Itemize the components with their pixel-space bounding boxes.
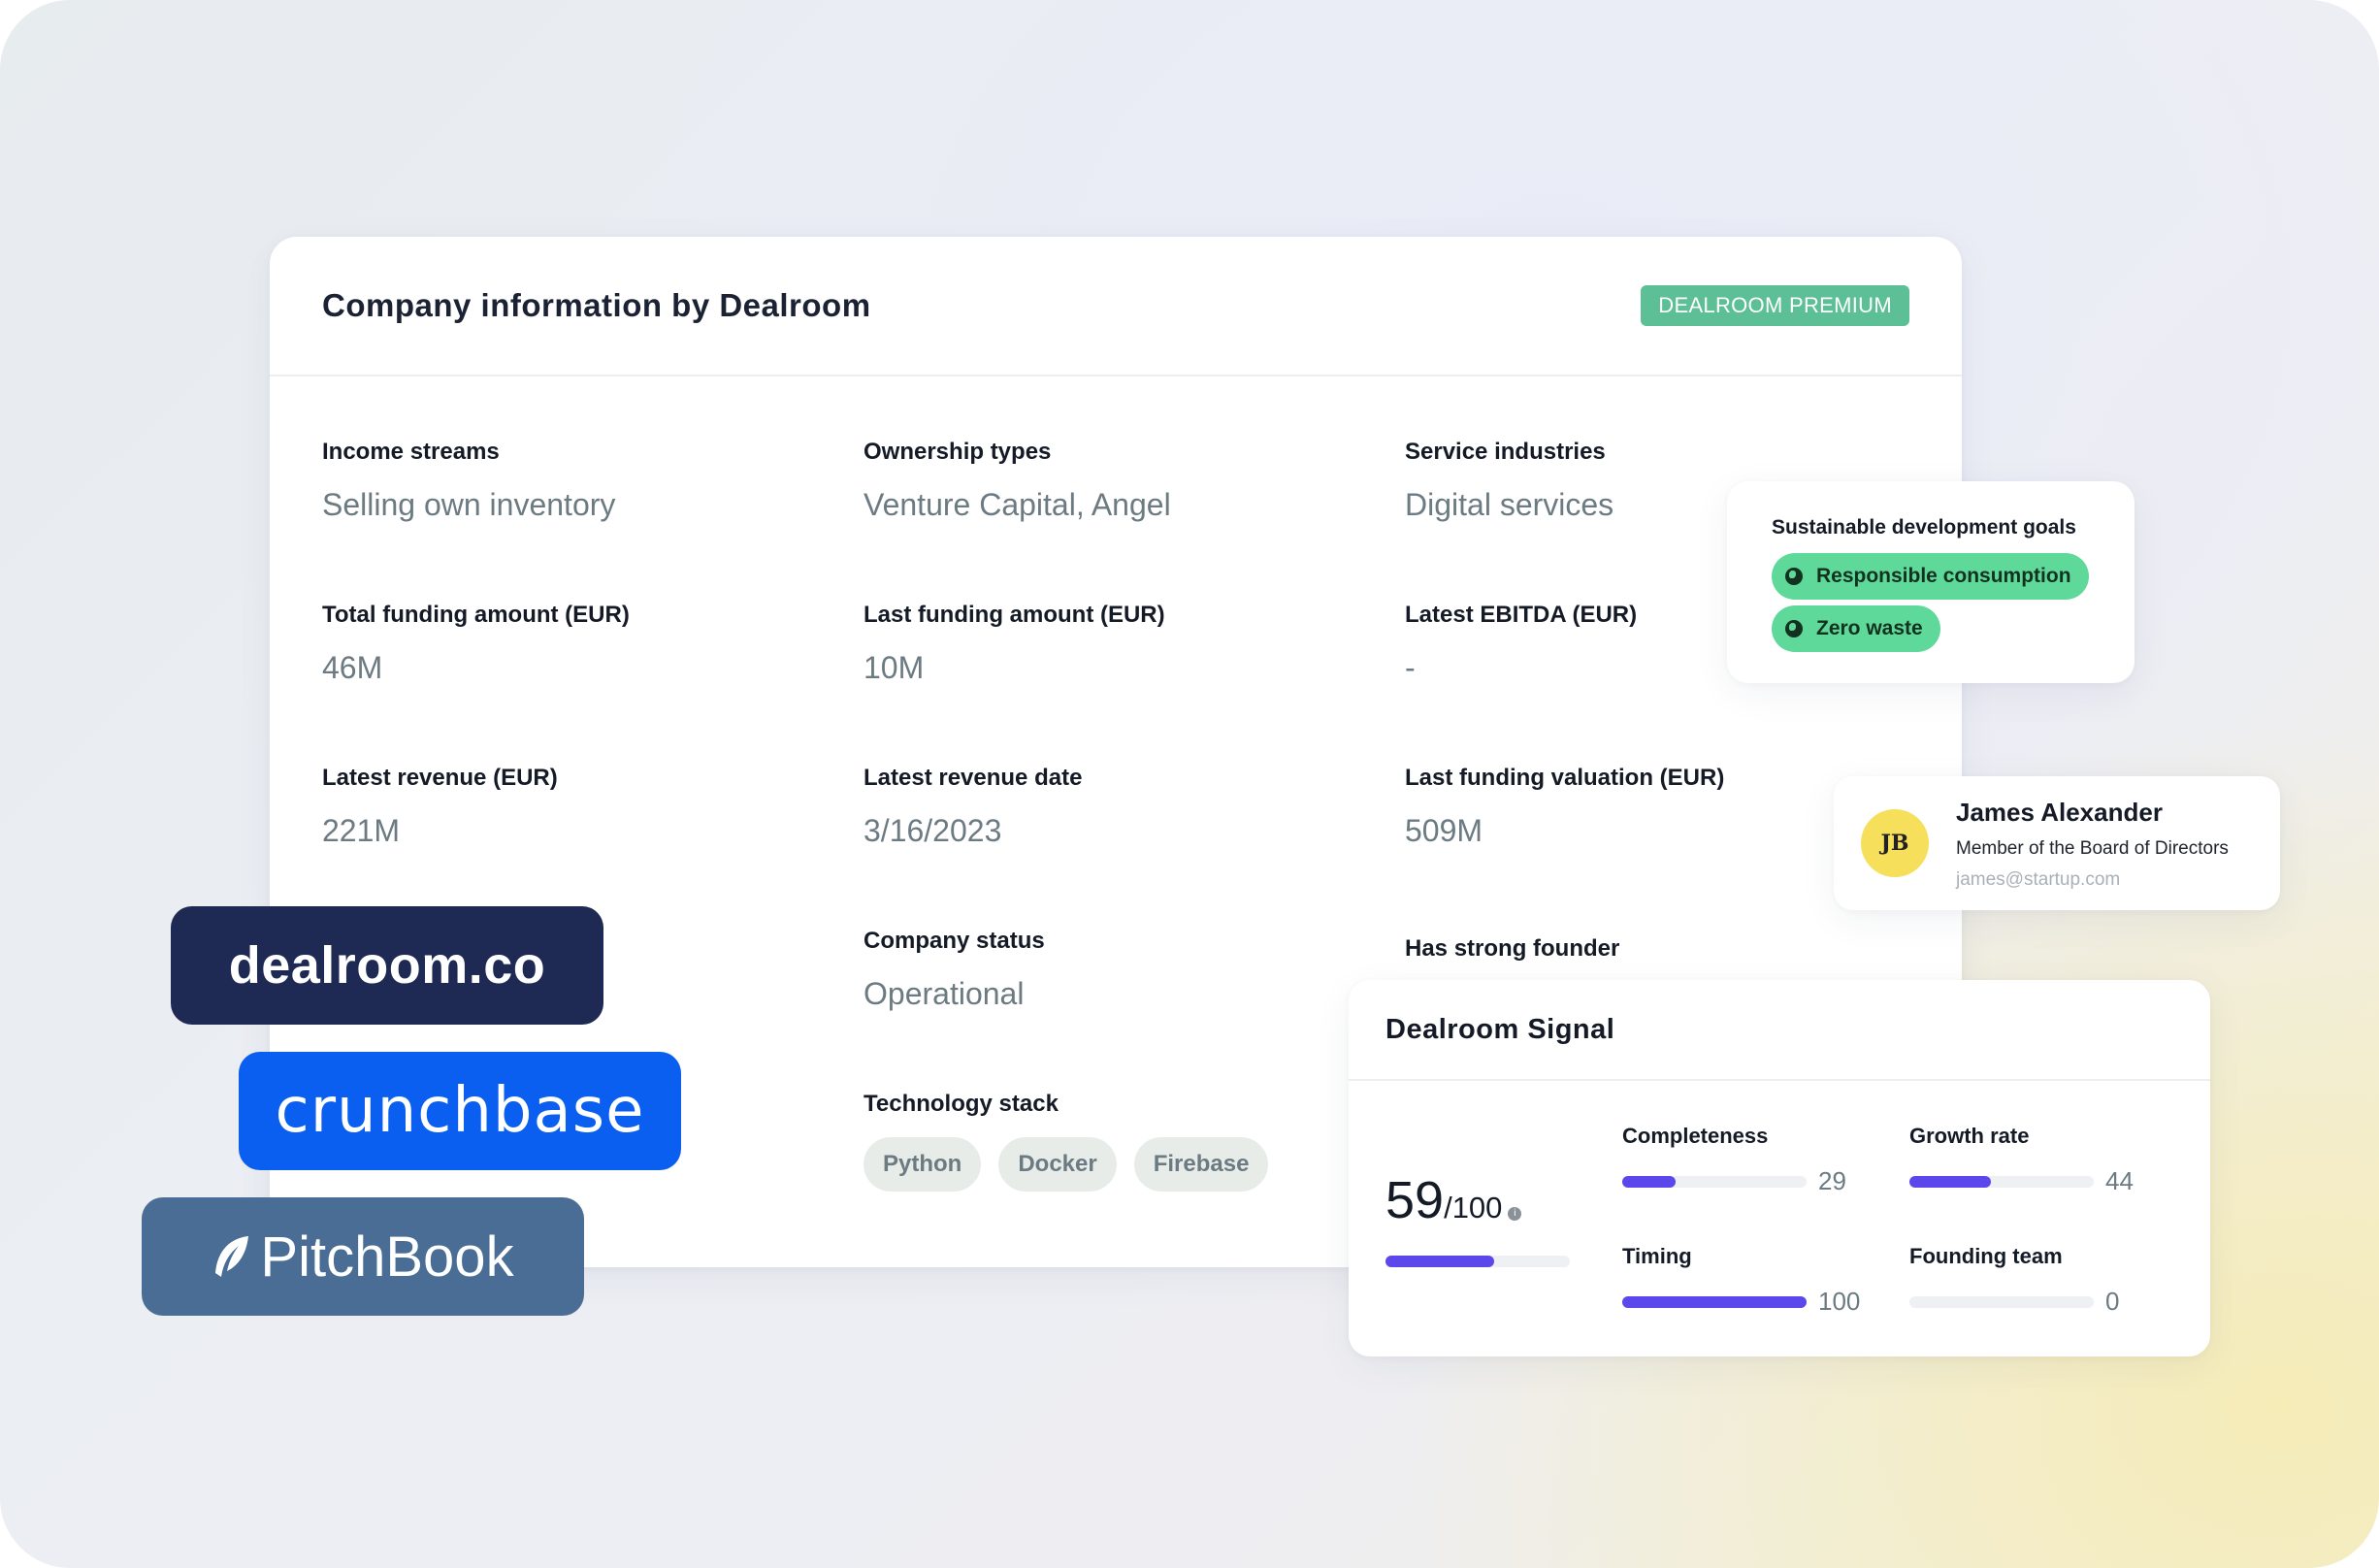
score-total: /100 [1444,1191,1503,1225]
field-value: Venture Capital, Angel [864,487,1171,522]
metric-bar-fill [1622,1296,1807,1308]
field-label: Total funding amount (EUR) [322,602,630,628]
field-label: Latest EBITDA (EUR) [1405,602,1638,628]
score-value: 59 [1385,1171,1445,1229]
field-label: Latest revenue (EUR) [322,765,558,791]
globe-icon [1785,620,1803,637]
field-latest-revenue-date: Latest revenue date 3/16/2023 [864,765,1082,849]
person-email[interactable]: james@startup.com [1956,869,2120,891]
field-value: 509M [1405,813,1483,848]
avatar: JB [1861,809,1929,877]
score-bar [1385,1256,1570,1267]
field-label: Last funding valuation (EUR) [1405,765,1725,791]
tech-chip[interactable]: Firebase [1133,1137,1269,1192]
field-label: Company status [864,928,1045,954]
field-company-status: Company status Operational [864,928,1045,1012]
metric-bar [1909,1176,2094,1188]
dealroom-logo-text: dealroom.co [228,936,546,995]
tech-chip[interactable]: Python [864,1137,982,1192]
metric-value: 29 [1818,1166,1846,1195]
sdg-goal-label: Responsible consumption [1816,565,2071,587]
crunchbase-logo-text: crunchbase [275,1075,645,1147]
info-icon[interactable]: i [1508,1206,1522,1221]
field-value: 221M [322,813,401,848]
sdg-goal-label: Zero waste [1816,617,1923,639]
tech-stack-chips: Python Docker Firebase [864,1137,1269,1192]
signal-title: Dealroom Signal [1349,980,2210,1081]
signal-card: Dealroom Signal 59/100 i Completeness 29 … [1349,980,2210,1356]
pitchbook-logo[interactable]: PitchBook [142,1197,584,1316]
field-label: Service industries [1405,439,1606,465]
field-value: 46M [322,650,383,685]
background-canvas: Company information by Dealroom DEALROOM… [0,0,2379,1568]
metric-value: 0 [2105,1287,2120,1316]
metric-bar [1622,1296,1807,1308]
field-label: Last funding amount (EUR) [864,602,1165,628]
person-role: Member of the Board of Directors [1956,838,2229,859]
premium-badge[interactable]: DEALROOM PREMIUM [1641,285,1909,326]
field-value: Selling own inventory [322,487,616,522]
company-info-header: Company information by Dealroom DEALROOM… [270,237,1962,376]
field-last-funding-valuation: Last funding valuation (EUR) 509M [1405,765,1724,849]
metric-label: Growth rate [1909,1124,2030,1148]
field-income-streams: Income streams Selling own inventory [322,439,615,523]
sdg-title: Sustainable development goals [1772,516,2076,539]
company-info-title: Company information by Dealroom [322,287,871,323]
metric-value: 44 [2105,1166,2134,1195]
metric-label: Founding team [1909,1244,2063,1268]
sdg-goal-pill[interactable]: Zero waste [1772,605,1940,652]
field-latest-revenue: Latest revenue (EUR) 221M [322,765,558,849]
field-label: Latest revenue date [864,765,1083,791]
signal-score: 59/100 i [1385,1170,1522,1230]
field-latest-ebitda: Latest EBITDA (EUR) - [1405,602,1637,686]
field-strong-founder: Has strong founder [1405,935,1619,963]
sdg-card: Sustainable development goals Responsibl… [1727,481,2135,683]
field-last-funding: Last funding amount (EUR) 10M [864,602,1165,686]
metric-label: Completeness [1622,1124,1769,1148]
score-bar-fill [1385,1256,1495,1267]
field-total-funding: Total funding amount (EUR) 46M [322,602,630,686]
field-value: 10M [864,650,925,685]
globe-icon [1785,568,1803,585]
crunchbase-logo[interactable]: crunchbase [239,1052,681,1170]
field-label: Income streams [322,439,500,465]
metric-value: 100 [1818,1287,1861,1316]
pitchbook-logo-text: PitchBook [260,1225,514,1289]
field-value: - [1405,650,1416,685]
metric-bar [1909,1296,2094,1308]
field-technology-stack: Technology stack Python Docker Firebase [864,1091,1269,1192]
metric-bar-fill [1622,1176,1677,1188]
field-label: Technology stack [864,1091,1059,1117]
field-ownership-types: Ownership types Venture Capital, Angel [864,439,1171,523]
tech-chip[interactable]: Docker [998,1137,1117,1192]
metric-bar [1622,1176,1807,1188]
field-label: Ownership types [864,439,1052,465]
field-value: Digital services [1405,487,1614,522]
field-service-industries: Service industries Digital services [1405,439,1613,523]
dealroom-logo[interactable]: dealroom.co [171,906,603,1025]
field-label: Has strong founder [1405,935,1620,962]
metric-label: Timing [1622,1244,1692,1268]
person-name: James Alexander [1956,798,2163,827]
metric-bar-fill [1909,1176,1991,1188]
field-value: Operational [864,976,1025,1011]
person-card[interactable]: JB James Alexander Member of the Board o… [1834,776,2280,910]
sdg-goal-pill[interactable]: Responsible consumption [1772,553,2089,600]
feather-icon [215,1236,249,1277]
field-value: 3/16/2023 [864,813,1002,848]
